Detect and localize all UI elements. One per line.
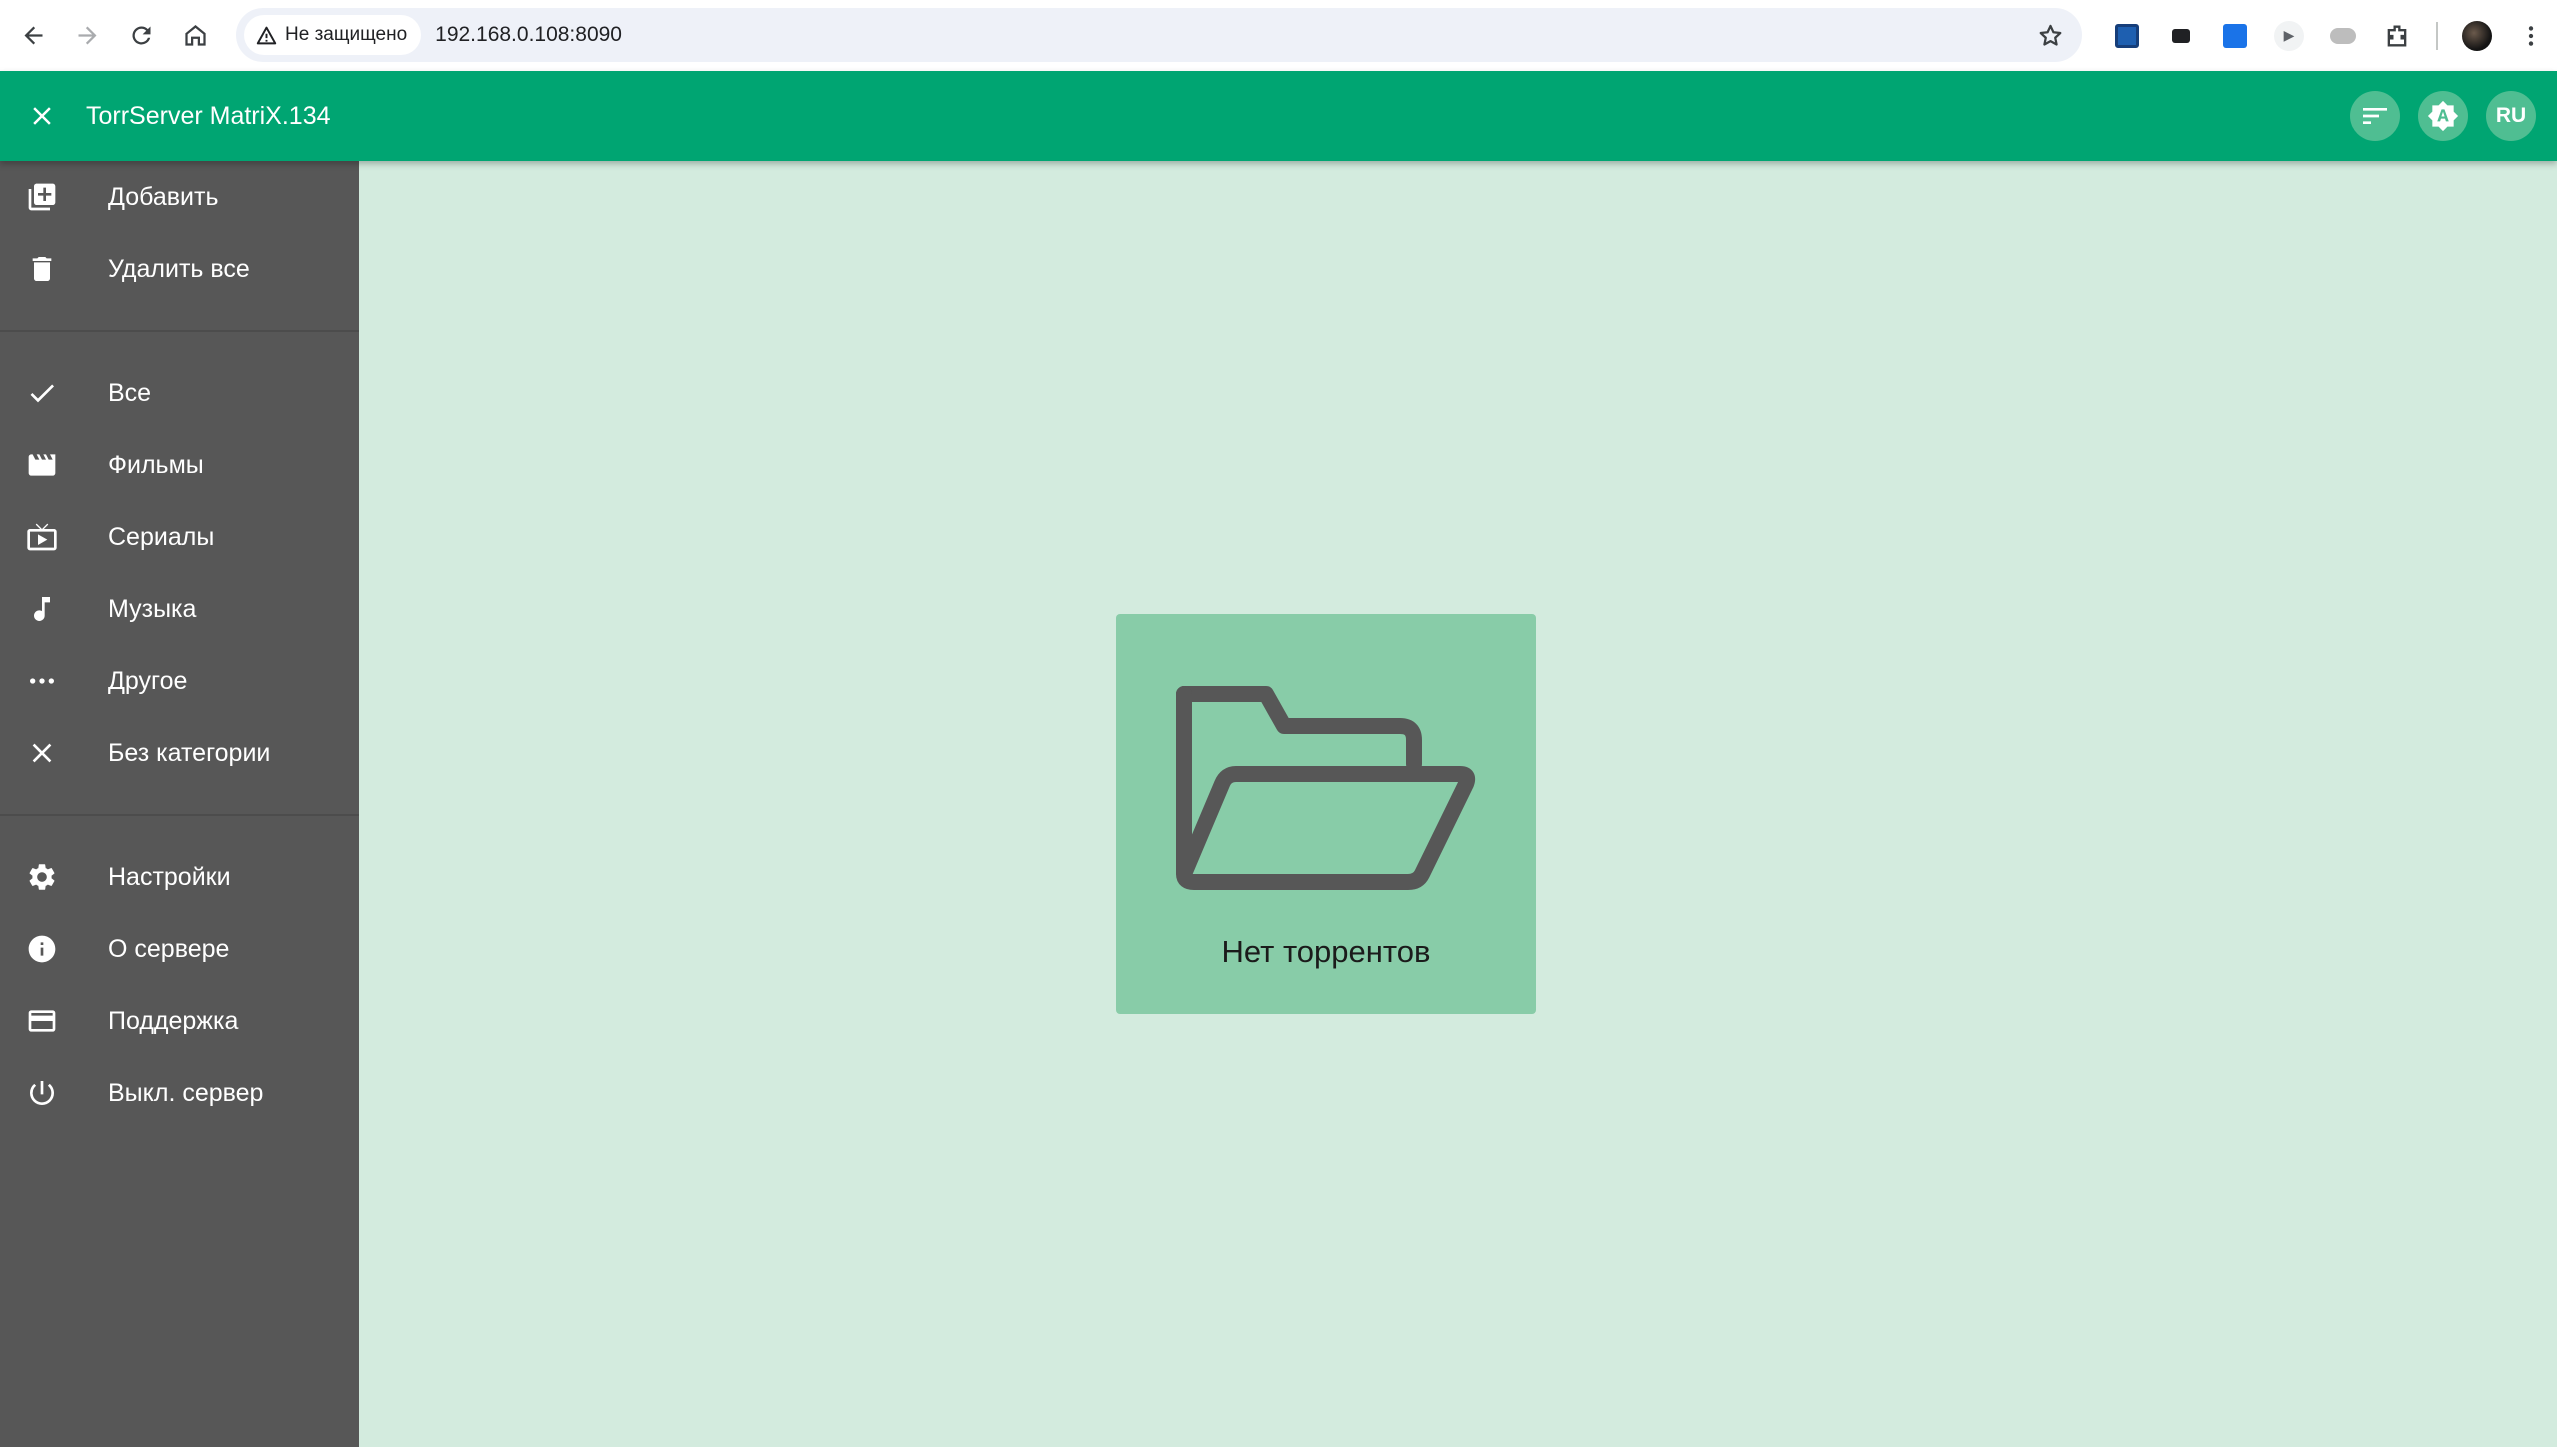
sidebar-item-delete-all[interactable]: Удалить все: [0, 233, 359, 305]
sidebar: Добавить Удалить все Все Фильмы Сериалы …: [0, 161, 359, 1447]
sidebar-item-label: Поддержка: [108, 1006, 239, 1035]
extension-5-icon[interactable]: [2316, 9, 2370, 63]
sidebar-item-all[interactable]: Все: [0, 357, 359, 429]
sidebar-item-other[interactable]: Другое: [0, 645, 359, 717]
more-horiz-icon: [0, 665, 108, 697]
sidebar-item-support[interactable]: Поддержка: [0, 985, 359, 1057]
delete-icon: [0, 253, 108, 285]
sidebar-item-label: Другое: [108, 666, 188, 695]
sidebar-item-shutdown[interactable]: Выкл. сервер: [0, 1057, 359, 1129]
sort-icon: [2363, 108, 2387, 124]
close-drawer-button[interactable]: [18, 92, 66, 140]
sidebar-item-label: Фильмы: [108, 450, 204, 479]
close-icon: [0, 737, 108, 769]
sidebar-item-label: Сериалы: [108, 522, 215, 551]
sidebar-item-label: Настройки: [108, 862, 231, 891]
security-chip[interactable]: Не защищено: [244, 15, 422, 55]
app-bar: TorrServer MatriX.134 RU: [0, 71, 2557, 161]
app-title: TorrServer MatriX.134: [86, 102, 331, 130]
address-bar[interactable]: Не защищено 192.168.0.108:8090: [236, 8, 2082, 62]
live-tv-icon: [0, 521, 108, 553]
settings-icon: [0, 861, 108, 893]
browser-toolbar: Не защищено 192.168.0.108:8090 ▶: [0, 0, 2557, 71]
library-add-icon: [0, 181, 108, 213]
reload-icon[interactable]: [114, 8, 168, 62]
sidebar-item-movies[interactable]: Фильмы: [0, 429, 359, 501]
music-note-icon: [0, 593, 108, 625]
profile-avatar[interactable]: [2450, 9, 2504, 63]
sidebar-item-label: Все: [108, 378, 152, 407]
close-icon: [33, 107, 51, 125]
extensions-area: ▶: [2100, 0, 2557, 71]
check-icon: [0, 377, 108, 409]
sidebar-item-label: Выкл. сервер: [108, 1078, 264, 1107]
brightness-auto-icon: [2427, 100, 2459, 132]
sidebar-item-label: Без категории: [108, 738, 271, 767]
sidebar-item-add[interactable]: Добавить: [0, 161, 359, 233]
sidebar-item-label: Удалить все: [108, 254, 250, 283]
toolbar-divider: [2436, 21, 2438, 50]
extension-3-icon[interactable]: [2208, 9, 2262, 63]
sidebar-item-label: Музыка: [108, 594, 197, 623]
url-text[interactable]: 192.168.0.108:8090: [435, 23, 622, 47]
sort-button[interactable]: [2350, 91, 2400, 141]
sidebar-item-about[interactable]: О сервере: [0, 913, 359, 985]
movie-icon: [0, 449, 108, 481]
sidebar-item-label: О сервере: [108, 934, 230, 963]
menu-kebab-icon[interactable]: [2504, 9, 2557, 63]
language-button[interactable]: RU: [2486, 91, 2536, 141]
credit-card-icon: [0, 1005, 108, 1037]
sidebar-item-uncategorized[interactable]: Без категории: [0, 717, 359, 789]
forward-icon[interactable]: [60, 8, 114, 62]
power-icon: [0, 1077, 108, 1109]
sidebar-item-series[interactable]: Сериалы: [0, 501, 359, 573]
theme-button[interactable]: [2418, 91, 2468, 141]
extension-4-icon[interactable]: ▶: [2262, 9, 2316, 63]
folder-open-icon: [1176, 686, 1476, 890]
extensions-icon[interactable]: [2370, 9, 2424, 63]
empty-state-card: Нет торрентов: [1116, 614, 1536, 1014]
sidebar-item-settings[interactable]: Настройки: [0, 841, 359, 913]
empty-state-text: Нет торрентов: [1221, 934, 1431, 969]
back-icon[interactable]: [6, 8, 60, 62]
security-label: Не защищено: [285, 24, 408, 45]
main-content: Нет торрентов: [359, 161, 2557, 1447]
info-icon: [0, 933, 108, 965]
sidebar-item-label: Добавить: [108, 182, 219, 211]
extension-1-icon[interactable]: [2100, 9, 2154, 63]
warning-icon: [256, 25, 277, 46]
star-icon[interactable]: [2032, 17, 2068, 53]
home-icon[interactable]: [168, 8, 222, 62]
sidebar-item-music[interactable]: Музыка: [0, 573, 359, 645]
extension-2-icon[interactable]: [2154, 9, 2208, 63]
